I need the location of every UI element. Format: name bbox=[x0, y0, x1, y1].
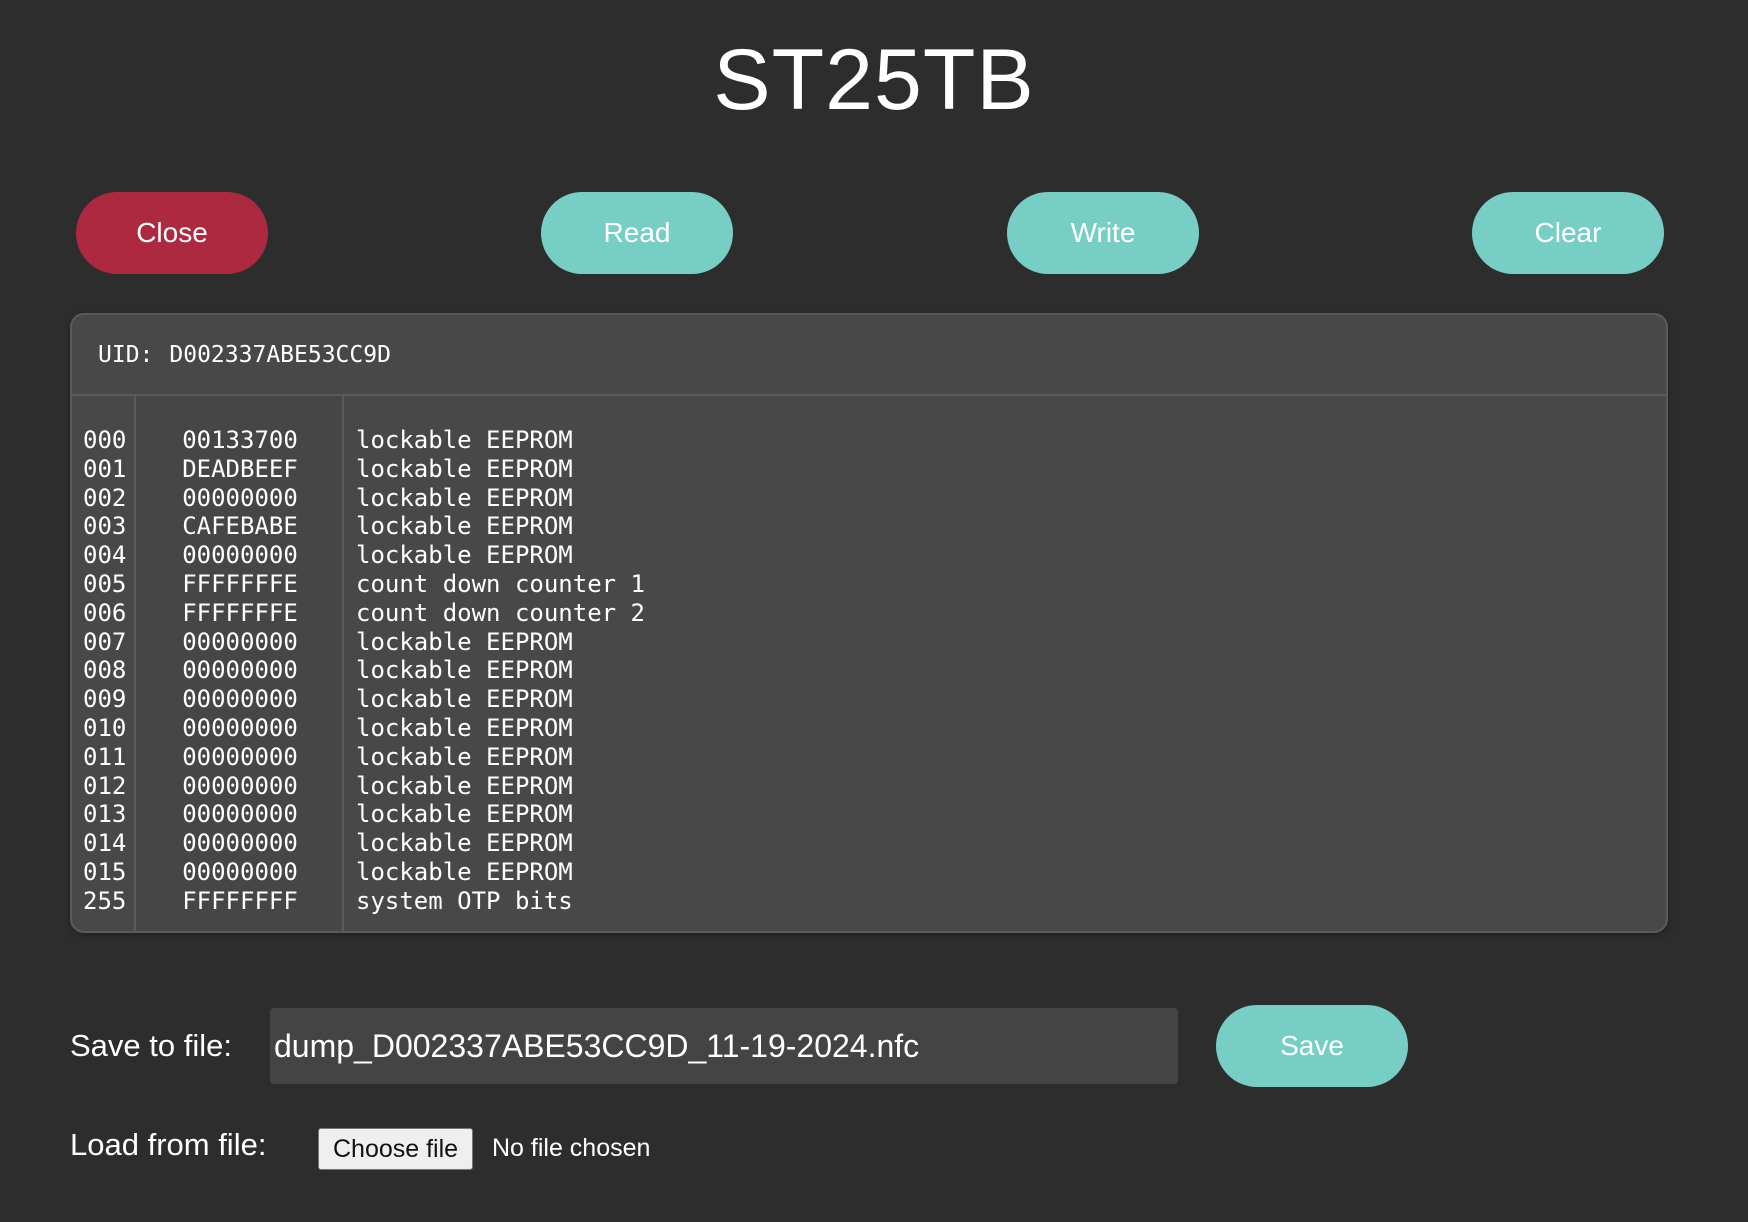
row-description: lockable EEPROM bbox=[356, 685, 573, 714]
row-description: lockable EEPROM bbox=[356, 857, 573, 886]
row-hex-value: 00000000 bbox=[182, 829, 298, 858]
row-hex-value: DEADBEEF bbox=[182, 454, 298, 483]
dump-rows: 000 00133700 lockable EEPROM 001 DEADBEEF loc… bbox=[72, 426, 1666, 916]
table-row: 009 00000000 lockable EEPROM bbox=[72, 685, 1666, 714]
table-row: 013 00000000 lockable EEPROM bbox=[72, 800, 1666, 829]
row-index: 010 bbox=[83, 713, 127, 742]
dump-panel: UID: D002337ABE53CC9D 000 00133700 lockabl… bbox=[70, 313, 1668, 933]
row-description: lockable EEPROM bbox=[356, 426, 573, 454]
row-index: 013 bbox=[83, 800, 127, 829]
row-index: 006 bbox=[83, 598, 127, 627]
table-row: 005 FFFFFFFE count down counter 1 bbox=[72, 570, 1666, 599]
row-index: 001 bbox=[83, 454, 127, 483]
table-row: 255 FFFFFFFF system OTP bits bbox=[72, 887, 1666, 916]
row-hex-value: 00000000 bbox=[182, 857, 298, 886]
table-row: 008 00000000 lockable EEPROM bbox=[72, 656, 1666, 685]
row-description: lockable EEPROM bbox=[356, 656, 573, 685]
save-button[interactable]: Save bbox=[1216, 1005, 1408, 1087]
row-hex-value: 00000000 bbox=[182, 742, 298, 771]
row-description: count down counter 1 bbox=[356, 569, 645, 598]
row-hex-value: 00000000 bbox=[182, 771, 298, 800]
save-label: Save to file: bbox=[70, 1028, 232, 1063]
row-index: 007 bbox=[83, 627, 127, 656]
file-status: No file chosen bbox=[492, 1134, 651, 1162]
row-index: 255 bbox=[83, 886, 127, 915]
table-row: 015 00000000 lockable EEPROM bbox=[72, 858, 1666, 887]
choose-file-button[interactable]: Choose file bbox=[318, 1128, 474, 1170]
table-row: 012 00000000 lockable EEPROM bbox=[72, 772, 1666, 801]
row-description: lockable EEPROM bbox=[356, 829, 573, 858]
row-hex-value: 00000000 bbox=[182, 541, 298, 570]
dump-table: 000 00133700 lockable EEPROM 001 DEADBEEF loc… bbox=[72, 396, 1666, 931]
uid-label: UID: bbox=[98, 341, 154, 368]
row-hex-value: 00000000 bbox=[182, 685, 298, 714]
write-button[interactable]: Write bbox=[1007, 192, 1199, 274]
row-index: 011 bbox=[83, 742, 127, 771]
close-button[interactable]: Close bbox=[76, 192, 268, 274]
filename-input[interactable] bbox=[270, 1008, 1178, 1084]
table-row: 000 00133700 lockable EEPROM bbox=[72, 426, 1666, 455]
row-hex-value: 00000000 bbox=[182, 483, 298, 512]
clear-button[interactable]: Clear bbox=[1472, 192, 1664, 274]
row-description: lockable EEPROM bbox=[356, 627, 573, 656]
row-description: lockable EEPROM bbox=[356, 541, 573, 570]
table-row: 011 00000000 lockable EEPROM bbox=[72, 743, 1666, 772]
table-row: 002 00000000 lockable EEPROM bbox=[72, 484, 1666, 513]
row-description: lockable EEPROM bbox=[356, 483, 573, 512]
uid-value: D002337ABE53CC9D bbox=[169, 341, 391, 368]
row-hex-value: FFFFFFFE bbox=[182, 598, 298, 627]
row-index: 005 bbox=[83, 569, 127, 598]
row-hex-value: 00000000 bbox=[182, 656, 298, 685]
load-label: Load from file: bbox=[70, 1127, 267, 1162]
row-description: lockable EEPROM bbox=[356, 771, 573, 800]
row-description: lockable EEPROM bbox=[356, 454, 573, 483]
table-row: 006 FFFFFFFE count down counter 2 bbox=[72, 599, 1666, 628]
row-hex-value: FFFFFFFF bbox=[182, 886, 298, 915]
row-description: lockable EEPROM bbox=[356, 713, 573, 742]
read-button[interactable]: Read bbox=[541, 192, 733, 274]
row-index: 003 bbox=[83, 512, 127, 541]
table-row: 004 00000000 lockable EEPROM bbox=[72, 541, 1666, 570]
row-index: 009 bbox=[83, 685, 127, 714]
row-description: lockable EEPROM bbox=[356, 742, 573, 771]
uid-header: UID: D002337ABE53CC9D bbox=[72, 315, 1666, 396]
table-row: 014 00000000 lockable EEPROM bbox=[72, 829, 1666, 858]
row-hex-value: 00000000 bbox=[182, 713, 298, 742]
row-hex-value: FFFFFFFE bbox=[182, 569, 298, 598]
row-index: 004 bbox=[83, 541, 127, 570]
row-index: 012 bbox=[83, 771, 127, 800]
row-description: lockable EEPROM bbox=[356, 512, 573, 541]
row-hex-value: 00000000 bbox=[182, 800, 298, 829]
row-hex-value: 00133700 bbox=[182, 426, 298, 454]
table-row: 007 00000000 lockable EEPROM bbox=[72, 628, 1666, 657]
table-row: 003 CAFEBABE lockable EEPROM bbox=[72, 512, 1666, 541]
row-index: 014 bbox=[83, 829, 127, 858]
table-row: 001 DEADBEEF lockable EEPROM bbox=[72, 455, 1666, 484]
row-index: 002 bbox=[83, 483, 127, 512]
row-description: system OTP bits bbox=[356, 886, 573, 915]
row-hex-value: CAFEBABE bbox=[182, 512, 298, 541]
row-index: 008 bbox=[83, 656, 127, 685]
table-row: 010 00000000 lockable EEPROM bbox=[72, 714, 1666, 743]
page-title: ST25TB bbox=[713, 32, 1035, 128]
row-description: count down counter 2 bbox=[356, 598, 645, 627]
row-hex-value: 00000000 bbox=[182, 627, 298, 656]
row-description: lockable EEPROM bbox=[356, 800, 573, 829]
row-index: 000 bbox=[83, 426, 127, 454]
row-index: 015 bbox=[83, 857, 127, 886]
